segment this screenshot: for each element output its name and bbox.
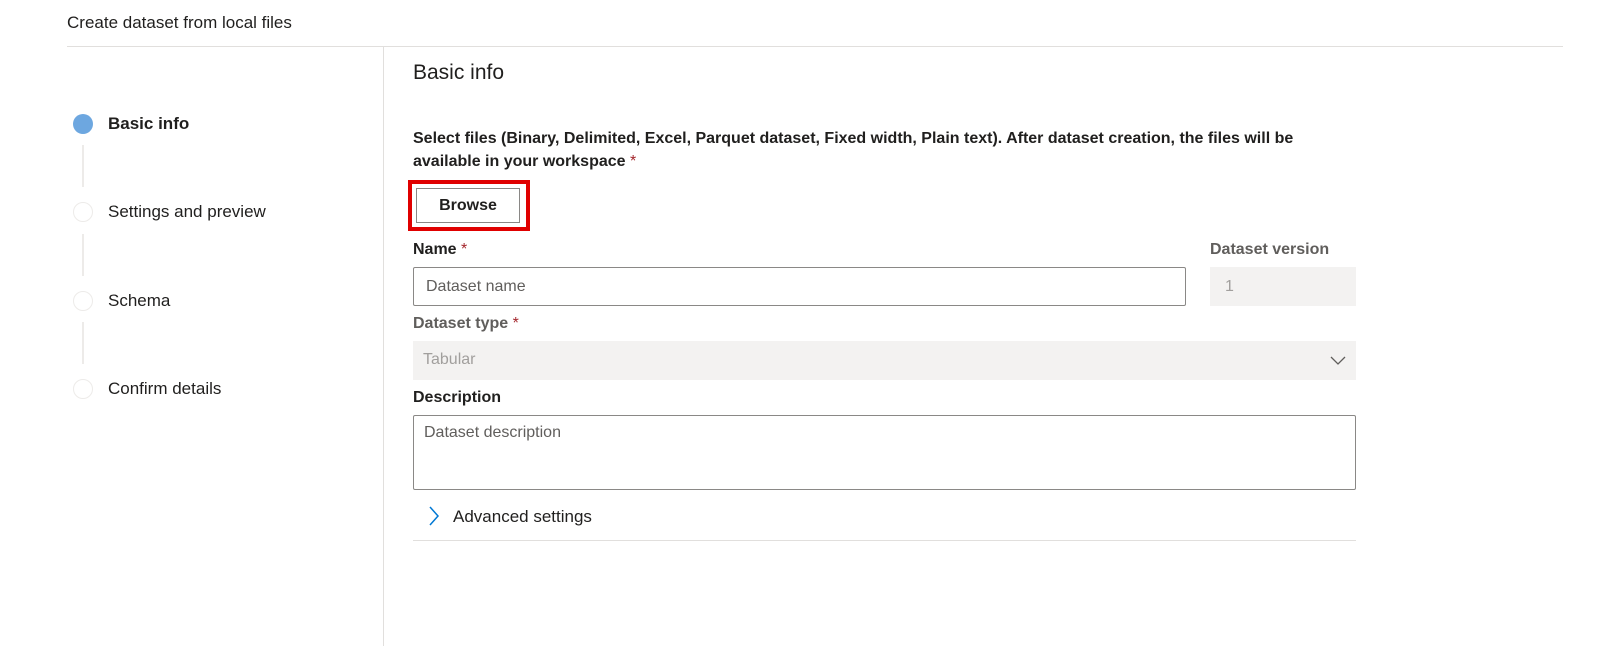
step-label: Basic info	[108, 114, 190, 133]
file-select-instructions: Select files (Binary, Delimited, Excel, …	[413, 127, 1333, 173]
dataset-name-input[interactable]	[413, 267, 1186, 306]
name-label: Name *	[413, 239, 467, 261]
section-title: Basic info	[413, 61, 505, 84]
step-pending-icon	[73, 291, 93, 311]
step-connector	[82, 322, 84, 364]
step-label: Schema	[108, 291, 171, 310]
required-marker: *	[461, 241, 468, 258]
chevron-down-icon	[1330, 356, 1346, 365]
step-connector	[82, 145, 84, 187]
instructions-text: Select files (Binary, Delimited, Excel, …	[413, 130, 1294, 170]
required-marker: *	[630, 153, 637, 170]
header-divider	[67, 46, 1563, 47]
step-connector	[82, 234, 84, 276]
dataset-type-label: Dataset type *	[413, 313, 519, 335]
step-pending-icon	[73, 202, 93, 222]
dataset-type-value: Tabular	[423, 351, 476, 368]
step-pending-icon	[73, 379, 93, 399]
required-marker: *	[512, 315, 519, 332]
step-label: Confirm details	[108, 379, 222, 398]
dataset-version-field	[1210, 267, 1356, 306]
dataset-version-label: Dataset version	[1210, 241, 1330, 258]
description-label: Description	[413, 389, 502, 406]
dataset-description-input[interactable]	[413, 415, 1356, 490]
step-label: Settings and preview	[108, 202, 266, 221]
page-title: Create dataset from local files	[67, 13, 292, 32]
chevron-right-icon	[429, 506, 440, 526]
name-label-text: Name	[413, 241, 457, 258]
step-active-icon	[73, 114, 93, 134]
browse-button[interactable]: Browse	[416, 188, 520, 223]
dataset-type-dropdown[interactable]: Tabular	[413, 341, 1356, 380]
panel-divider	[383, 47, 384, 646]
advanced-settings-toggle[interactable]: Advanced settings	[413, 500, 1356, 541]
advanced-settings-label: Advanced settings	[453, 507, 592, 526]
dataset-type-label-text: Dataset type	[413, 315, 509, 332]
